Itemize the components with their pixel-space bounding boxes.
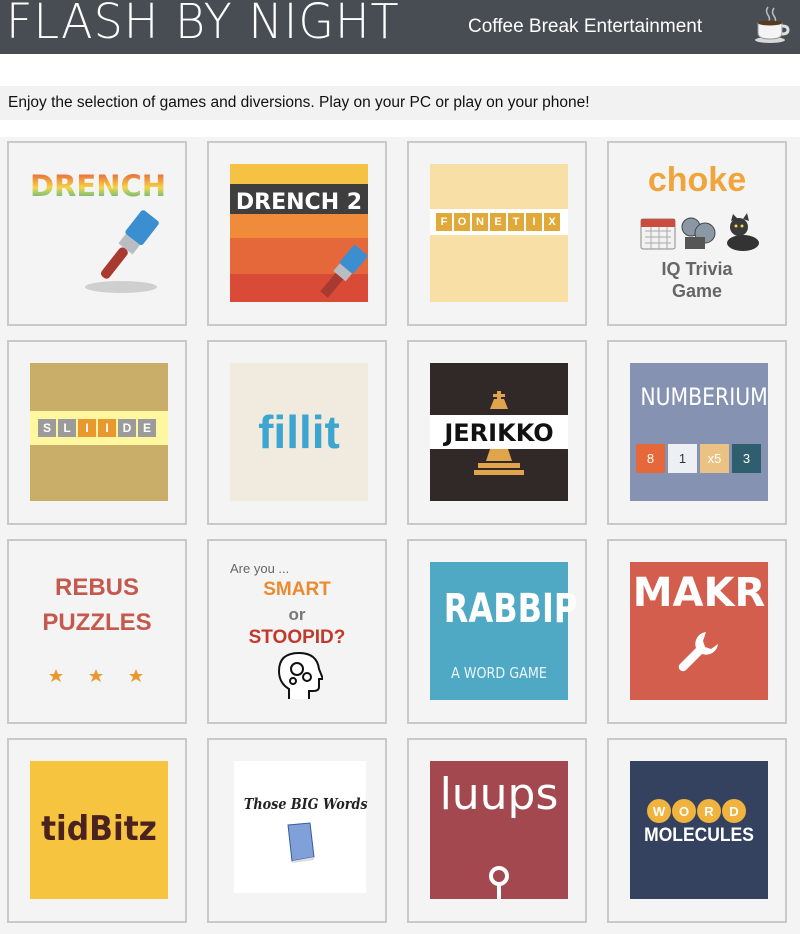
word-circles: W O R D xyxy=(647,799,746,823)
molecules-logo: W O R D MOLECULES xyxy=(630,761,768,899)
game-tile-smart[interactable]: Are you ... SMART or STOOPID? xyxy=(207,539,387,724)
game-tile-rebus[interactable]: REBUS PUZZLES xyxy=(7,539,187,724)
calendar-icon xyxy=(640,218,676,250)
intro-bar: Enjoy the selection of games and diversi… xyxy=(0,86,800,120)
game-tile-big-words[interactable]: Those BIG Words xyxy=(207,738,387,923)
brand-name[interactable]: Coffee Break Entertainment xyxy=(468,16,702,38)
numberium-title: NUMBERIUM xyxy=(640,383,768,411)
king-crown-icon xyxy=(490,391,508,409)
fillit-logo: fillit xyxy=(230,363,368,501)
big-words-logo: Those BIG Words xyxy=(234,761,368,893)
coffee-cup-icon[interactable] xyxy=(752,4,792,44)
choke-icons xyxy=(640,213,759,251)
rabbip-title: RABBIP xyxy=(443,586,578,632)
chess-base-icon xyxy=(474,449,524,475)
tidbitz-logo: tidBitz xyxy=(30,761,168,899)
sliide-title: S L I I D E xyxy=(38,419,156,437)
drench-logo: DRENCH xyxy=(31,169,165,293)
film-reel-icon xyxy=(681,217,716,249)
rabbip-subtitle: A WORD GAME xyxy=(451,664,547,682)
game-tile-makr[interactable]: MAKR xyxy=(607,539,787,724)
book-icon xyxy=(287,822,315,863)
wrench-icon xyxy=(678,632,718,672)
fonetix-title: F O N E T I X xyxy=(436,213,560,231)
rebus-title-2: PUZZLES xyxy=(42,609,152,636)
numberium-logo: NUMBERIUM 8 1 x5 3 xyxy=(630,363,768,501)
game-tile-luups[interactable]: luups xyxy=(407,738,587,923)
game-tile-tidbitz[interactable]: tidBitz xyxy=(7,738,187,923)
game-tile-fillit[interactable]: fillit xyxy=(207,340,387,525)
molecules-title: MOLECULES xyxy=(644,825,754,846)
rebus-title-1: REBUS xyxy=(54,574,139,601)
choke-subtitle-2: Game xyxy=(671,281,723,301)
game-tile-word-molecules[interactable]: W O R D MOLECULES xyxy=(607,738,787,923)
intro-text: Enjoy the selection of games and diversi… xyxy=(8,94,590,111)
rebus-stars xyxy=(49,669,143,682)
smart-line-4: STOOPID? xyxy=(248,627,346,648)
choke-subtitle-1: IQ Trivia xyxy=(661,259,733,279)
game-tile-sliide[interactable]: S L I I D E xyxy=(7,340,187,525)
makr-logo: MAKR xyxy=(630,562,768,700)
game-tile-rabbip[interactable]: RABBIP A WORD GAME xyxy=(407,539,587,724)
game-tile-drench-2[interactable]: DRENCH 2 xyxy=(207,141,387,326)
smart-line-1: Are you ... xyxy=(230,561,290,576)
big-words-title: Those BIG Words xyxy=(243,795,368,813)
numberium-tiles: 8 1 x5 3 xyxy=(636,444,761,473)
smart-line-2: SMART xyxy=(263,579,331,600)
drench-title: DRENCH xyxy=(31,169,165,203)
tidbitz-title: tidBitz xyxy=(41,809,157,849)
game-grid: DRENCH DRENCH 2 F O N E T I X choke IQ T… xyxy=(0,137,800,934)
choke-title: choke xyxy=(647,161,747,199)
sliide-logo: S L I I D E xyxy=(30,363,168,501)
drench-2-title: DRENCH 2 xyxy=(236,190,362,215)
thinking-head-icon xyxy=(277,651,323,699)
luups-logo: luups xyxy=(430,761,568,899)
jerikko-title: JERIKKO xyxy=(444,419,554,447)
cat-icon xyxy=(727,213,759,251)
game-tile-drench[interactable]: DRENCH xyxy=(7,141,187,326)
game-tile-fonetix[interactable]: F O N E T I X xyxy=(407,141,587,326)
game-tile-choke[interactable]: choke IQ Trivia Game xyxy=(607,141,787,326)
makr-title: MAKR xyxy=(632,570,766,616)
rabbip-logo: RABBIP A WORD GAME xyxy=(430,562,578,700)
drench-2-logo: DRENCH 2 xyxy=(230,164,368,302)
loop-pin-icon xyxy=(489,866,509,899)
site-header: FLASH BY NIGHT Coffee Break Entertainmen… xyxy=(0,0,800,54)
smart-line-3: or xyxy=(288,605,306,624)
game-tile-numberium[interactable]: NUMBERIUM 8 1 x5 3 xyxy=(607,340,787,525)
fillit-title: fillit xyxy=(258,406,340,458)
luups-title: luups xyxy=(439,769,559,820)
fonetix-logo: F O N E T I X xyxy=(430,164,568,302)
site-title[interactable]: FLASH BY NIGHT xyxy=(6,0,400,49)
game-tile-jerikko[interactable]: JERIKKO xyxy=(407,340,587,525)
jerikko-logo: JERIKKO xyxy=(430,363,568,501)
